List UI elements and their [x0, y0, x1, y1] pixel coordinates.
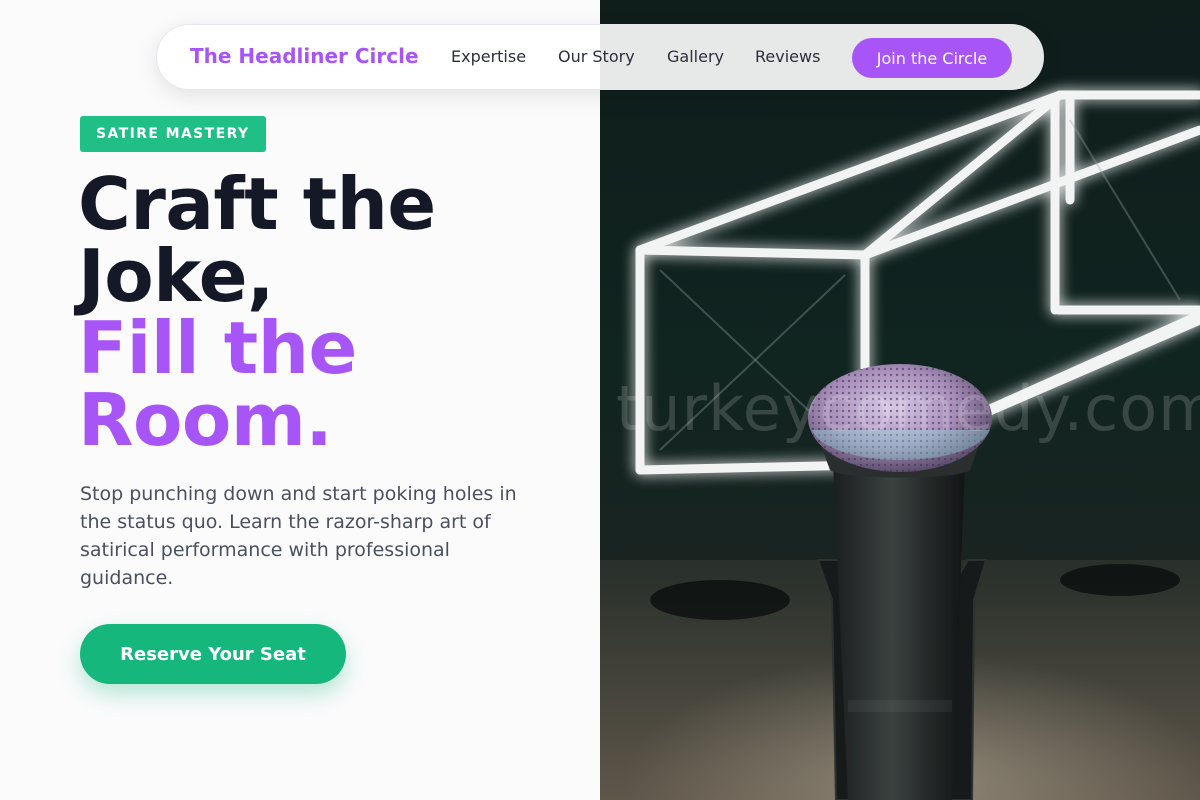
hero-section: SATIRE MASTERY Craft the Joke, Fill the … — [0, 0, 600, 800]
join-circle-button[interactable]: Join the Circle — [852, 38, 1012, 78]
brand-logo[interactable]: The Headliner Circle — [190, 44, 419, 68]
nav-link-reviews[interactable]: Reviews — [755, 47, 820, 66]
category-badge: SATIRE MASTERY — [80, 116, 266, 152]
watermark-text: turkeycomedy.com — [616, 372, 1200, 445]
headline-line-4: Room. — [78, 378, 333, 462]
headline-line-1: Craft the — [78, 162, 436, 246]
hero-description: Stop punching down and start poking hole… — [80, 483, 517, 589]
hero-image: turkeycomedy.com — [600, 0, 1200, 800]
top-navigation: The Headliner Circle Expertise Our Story… — [156, 24, 1044, 90]
nav-link-expertise[interactable]: Expertise — [451, 47, 526, 66]
headline-line-3: Fill the — [78, 306, 357, 390]
reserve-seat-button[interactable]: Reserve Your Seat — [80, 624, 346, 684]
nav-link-our-story[interactable]: Our Story — [558, 47, 635, 66]
hero-headline: Craft the Joke, Fill the Room. — [78, 168, 578, 456]
nav-link-gallery[interactable]: Gallery — [667, 47, 724, 66]
headline-line-2: Joke, — [78, 234, 274, 318]
